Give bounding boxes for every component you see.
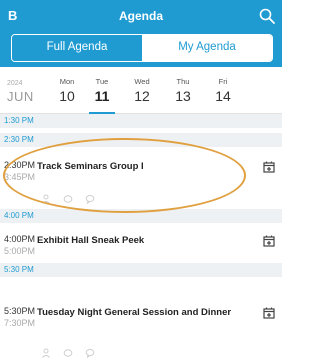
search-icon[interactable] bbox=[258, 7, 276, 25]
day-fri[interactable]: Fri 14 bbox=[208, 77, 238, 104]
day-thu[interactable]: Thu 13 bbox=[168, 77, 198, 104]
agenda-toggle: Full Agenda My Agenda bbox=[11, 34, 273, 62]
session-start-time: 5:30PM bbox=[4, 306, 36, 316]
day-number: 10 bbox=[59, 88, 75, 104]
date-picker: 2024 JUN Mon 10 Tue 11 Wed 12 Thu 13 Fri… bbox=[0, 67, 282, 115]
day-number: 11 bbox=[94, 88, 110, 104]
day-number: 12 bbox=[134, 88, 150, 104]
session-action-icons bbox=[41, 348, 95, 358]
add-to-calendar-icon[interactable] bbox=[263, 235, 275, 247]
session-end-time: 5:00PM bbox=[4, 246, 36, 256]
app-header: B Agenda Full Agenda My Agenda bbox=[0, 0, 282, 67]
time-band: 1:30 PM bbox=[0, 114, 282, 128]
add-to-calendar-icon[interactable] bbox=[263, 161, 275, 173]
person-icon[interactable] bbox=[41, 348, 51, 358]
time-band: 5:30 PM bbox=[0, 263, 282, 277]
day-mon[interactable]: Mon 10 bbox=[52, 77, 82, 104]
day-of-week: Fri bbox=[218, 77, 228, 86]
session-title: Tuesday Night General Session and Dinner bbox=[37, 307, 232, 318]
session-row[interactable]: 5:30PM 7:30PM Tuesday Night General Sess… bbox=[0, 278, 282, 364]
day-of-week: Wed bbox=[134, 77, 150, 86]
day-number: 13 bbox=[175, 88, 191, 104]
my-agenda-tab[interactable]: My Agenda bbox=[142, 35, 272, 61]
day-of-week: Tue bbox=[95, 77, 109, 86]
month-label: JUN bbox=[7, 89, 34, 104]
comment-icon[interactable] bbox=[85, 348, 95, 358]
session-title: Exhibit Hall Sneak Peek bbox=[37, 235, 145, 246]
day-of-week: Mon bbox=[59, 77, 75, 86]
day-wed[interactable]: Wed 12 bbox=[127, 77, 157, 104]
day-of-week: Thu bbox=[176, 77, 190, 86]
page-title: Agenda bbox=[118, 9, 163, 23]
note-icon[interactable] bbox=[63, 348, 73, 358]
day-tue[interactable]: Tue 11 bbox=[87, 77, 117, 115]
session-end-time: 7:30PM bbox=[4, 318, 36, 328]
day-number: 14 bbox=[215, 88, 231, 104]
session-row[interactable]: 4:00PM 5:00PM Exhibit Hall Sneak Peek bbox=[0, 224, 282, 264]
full-agenda-tab[interactable]: Full Agenda bbox=[12, 35, 142, 61]
year-label: 2024 bbox=[7, 80, 23, 87]
year-month-label: 2024 JUN bbox=[7, 80, 37, 104]
add-to-calendar-icon[interactable] bbox=[263, 307, 275, 319]
highlight-annotation bbox=[3, 138, 246, 213]
session-start-time: 4:00PM bbox=[4, 234, 36, 244]
